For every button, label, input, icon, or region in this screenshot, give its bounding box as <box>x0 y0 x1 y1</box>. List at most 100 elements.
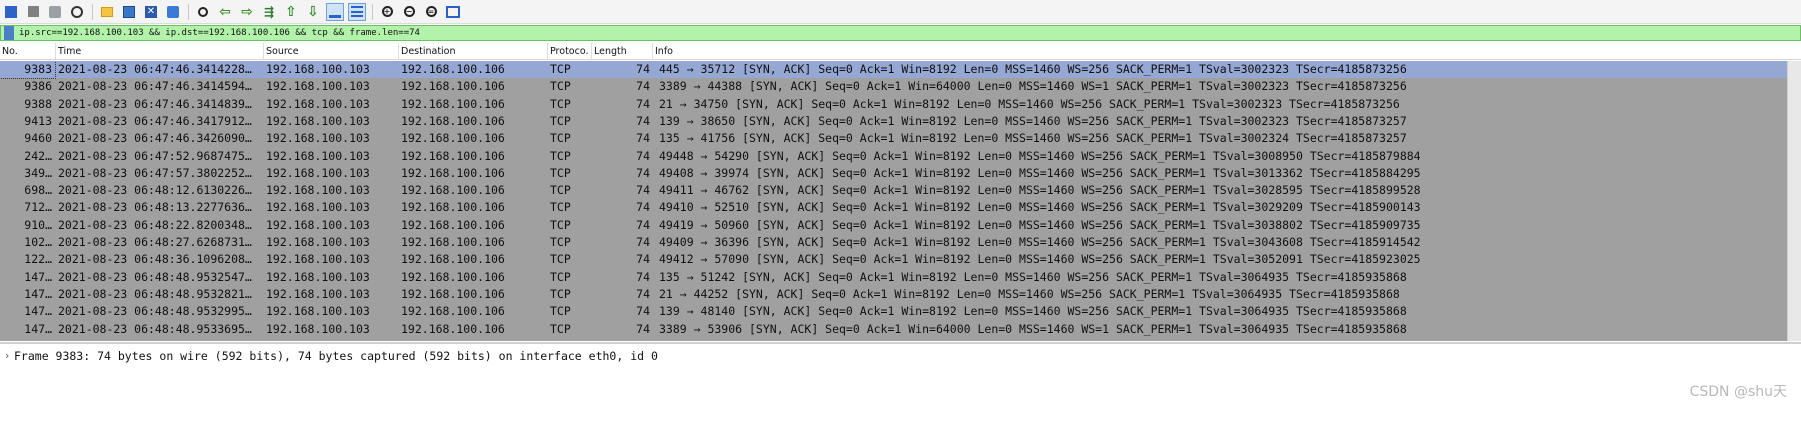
close-icon[interactable]: ✕ <box>142 3 160 21</box>
packet-row[interactable]: 147… 2021-08-23 06:48:48.9533695… 192.168.… <box>0 321 1801 338</box>
packet-source: 192.168.100.103 <box>266 217 370 232</box>
packet-no: 9413 <box>24 113 52 128</box>
toolbar-separator <box>188 3 189 20</box>
column-header-destination[interactable]: Destination <box>399 43 548 60</box>
packet-info: 49409 → 36396 [SYN, ACK] Seq=0 Ack=1 Win… <box>659 235 1421 249</box>
packet-info: 139 → 38650 [SYN, ACK] Seq=0 Ack=1 Win=8… <box>659 113 1407 128</box>
packet-info: 49411 → 46762 [SYN, ACK] Seq=0 Ack=1 Win… <box>659 183 1421 198</box>
packet-source: 192.168.100.103 <box>266 269 370 284</box>
packet-protocol: TCP <box>550 79 571 94</box>
colorize-icon[interactable] <box>348 2 366 21</box>
packet-time: 2021-08-23 06:47:57.3802252… <box>58 165 252 180</box>
packet-length: 74 <box>636 286 650 301</box>
packet-no: 147… <box>24 286 52 301</box>
packet-destination: 192.168.100.106 <box>401 321 505 336</box>
packet-destination: 192.168.100.106 <box>401 79 505 94</box>
packet-length: 74 <box>636 200 650 215</box>
packet-length: 74 <box>636 321 650 336</box>
packet-time: 2021-08-23 06:48:27.6268731… <box>58 235 252 249</box>
stop-icon[interactable] <box>24 3 42 21</box>
zoom-out-icon[interactable]: − <box>400 3 418 21</box>
packet-protocol: TCP <box>550 131 571 146</box>
column-header-no[interactable]: No. <box>0 43 56 60</box>
column-header-time[interactable]: Time <box>56 43 264 60</box>
packet-length: 74 <box>636 148 650 163</box>
packet-no: 147… <box>24 321 52 336</box>
column-header-protocol[interactable]: Protoco. <box>548 43 592 60</box>
packet-source: 192.168.100.103 <box>266 131 370 146</box>
column-header-length[interactable]: Length <box>592 43 653 60</box>
packet-time: 2021-08-23 06:48:48.9532995… <box>58 304 252 319</box>
packet-protocol: TCP <box>550 62 571 76</box>
packet-source: 192.168.100.103 <box>266 62 370 76</box>
packet-list[interactable]: 9383 2021-08-23 06:47:46.3414228… 192.168.… <box>0 61 1801 341</box>
reload-icon[interactable] <box>164 3 182 21</box>
packet-destination: 192.168.100.106 <box>401 165 505 180</box>
expand-arrow-icon[interactable]: › <box>0 348 14 364</box>
packet-row[interactable]: 147… 2021-08-23 06:48:48.9532821… 192.168.… <box>0 286 1801 303</box>
arrow-up-icon[interactable]: ⇧ <box>282 3 300 21</box>
packet-destination: 192.168.100.106 <box>401 96 505 111</box>
restart-icon[interactable] <box>46 3 64 21</box>
packet-length: 74 <box>636 131 650 146</box>
packet-info: 49410 → 52510 [SYN, ACK] Seq=0 Ack=1 Win… <box>659 200 1421 215</box>
packet-protocol: TCP <box>550 252 571 267</box>
packet-row[interactable]: 712… 2021-08-23 06:48:13.2277636… 192.168.… <box>0 199 1801 216</box>
packet-row[interactable]: 102… 2021-08-23 06:48:27.6268731… 192.168.… <box>0 234 1801 251</box>
packet-no: 147… <box>24 304 52 319</box>
packet-protocol: TCP <box>550 304 571 319</box>
display-filter-input[interactable]: ip.src==192.168.100.103 && ip.dst==192.1… <box>19 28 420 38</box>
autoscroll-icon[interactable] <box>326 2 344 21</box>
column-header-info[interactable]: Info <box>653 43 1801 60</box>
packet-length: 74 <box>636 269 650 284</box>
bookmark-icon[interactable] <box>4 26 14 40</box>
packet-protocol: TCP <box>550 148 571 163</box>
arrow-right-icon[interactable]: ⇨ <box>238 3 256 21</box>
packet-row[interactable]: 9386 2021-08-23 06:47:46.3414594… 192.168.… <box>0 78 1801 95</box>
goto-icon[interactable]: ⇶ <box>260 3 278 21</box>
packet-time: 2021-08-23 06:48:12.6130226… <box>58 183 252 198</box>
packet-no: 102… <box>24 235 52 249</box>
detail-frame-line[interactable]: › Frame 9383: 74 bytes on wire (592 bits… <box>0 348 658 364</box>
magnifier-icon[interactable] <box>194 3 212 21</box>
packet-destination: 192.168.100.106 <box>401 304 505 319</box>
packet-row[interactable]: 349… 2021-08-23 06:47:57.3802252… 192.168.… <box>0 165 1801 182</box>
column-header-source[interactable]: Source <box>264 43 399 60</box>
packet-list-scrollbar[interactable] <box>1787 61 1801 341</box>
packet-no: 9383 <box>0 61 56 80</box>
packet-no: 122… <box>24 252 52 267</box>
packet-row[interactable]: 9460 2021-08-23 06:47:46.3426090… 192.168.… <box>0 130 1801 147</box>
main-toolbar: ✕ ⇦ ⇨ ⇶ ⇧ ⇩ + − = <box>0 0 1801 24</box>
gear-icon[interactable] <box>68 3 86 21</box>
zoom-in-icon[interactable]: + <box>378 3 396 21</box>
packet-info: 139 → 48140 [SYN, ACK] Seq=0 Ack=1 Win=8… <box>659 304 1407 319</box>
resize-columns-icon[interactable] <box>444 3 462 21</box>
packet-no: 147… <box>24 269 52 284</box>
display-filter-bar[interactable]: ip.src==192.168.100.103 && ip.dst==192.1… <box>0 25 1801 41</box>
packet-row[interactable]: 147… 2021-08-23 06:48:48.9532995… 192.168.… <box>0 303 1801 320</box>
shark-fin-icon[interactable] <box>2 3 20 21</box>
packet-row[interactable]: 242… 2021-08-23 06:47:52.9687475… 192.168.… <box>0 148 1801 165</box>
packet-destination: 192.168.100.106 <box>401 252 505 267</box>
packet-protocol: TCP <box>550 235 571 249</box>
packet-info: 135 → 51242 [SYN, ACK] Seq=0 Ack=1 Win=8… <box>659 269 1407 284</box>
packet-info: 49419 → 50960 [SYN, ACK] Seq=0 Ack=1 Win… <box>659 217 1421 232</box>
save-icon[interactable] <box>120 3 138 21</box>
zoom-normal-icon[interactable]: = <box>422 3 440 21</box>
packet-info: 21 → 34750 [SYN, ACK] Seq=0 Ack=1 Win=81… <box>659 96 1400 111</box>
packet-row[interactable]: 122… 2021-08-23 06:48:36.1096208… 192.168.… <box>0 251 1801 268</box>
folder-icon[interactable] <box>98 3 116 21</box>
packet-row[interactable]: 698… 2021-08-23 06:48:12.6130226… 192.168.… <box>0 182 1801 199</box>
packet-destination: 192.168.100.106 <box>401 183 505 198</box>
packet-row[interactable]: 9388 2021-08-23 06:47:46.3414839… 192.168.… <box>0 96 1801 113</box>
arrow-left-icon[interactable]: ⇦ <box>216 3 234 21</box>
packet-row[interactable]: 147… 2021-08-23 06:48:48.9532547… 192.168.… <box>0 269 1801 286</box>
packet-row[interactable]: 9383 2021-08-23 06:47:46.3414228… 192.168.… <box>0 61 1801 80</box>
packet-row[interactable]: 9413 2021-08-23 06:47:46.3417912… 192.168.… <box>0 113 1801 130</box>
packet-row[interactable]: 910… 2021-08-23 06:48:22.8200348… 192.168.… <box>0 217 1801 234</box>
packet-protocol: TCP <box>550 113 571 128</box>
arrow-down-icon[interactable]: ⇩ <box>304 3 322 21</box>
packet-source: 192.168.100.103 <box>266 183 370 198</box>
packet-no: 698… <box>24 183 52 198</box>
packet-length: 74 <box>636 79 650 94</box>
